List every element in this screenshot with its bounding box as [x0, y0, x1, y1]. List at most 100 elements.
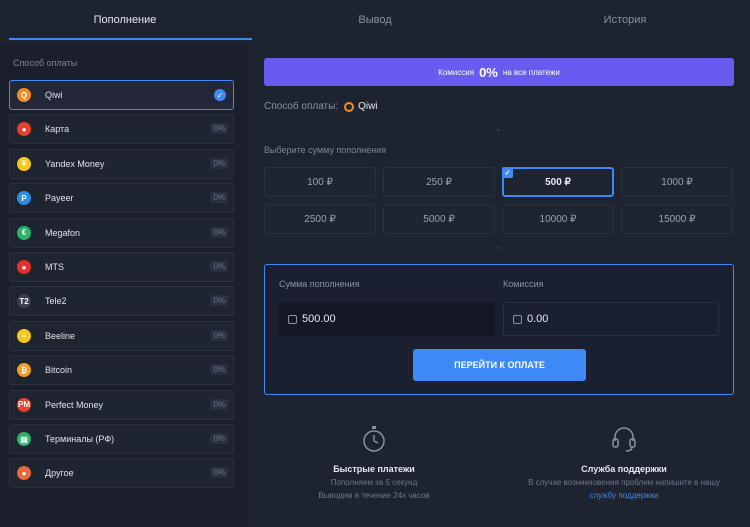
payment-method-icon: Q: [17, 88, 31, 102]
payment-method-icon: ●: [17, 466, 31, 481]
payment-method-label: Bitcoin: [45, 365, 73, 376]
amount-label: 15000 ₽: [658, 213, 696, 225]
tab-bar: Пополнение Вывод История: [0, 0, 750, 42]
payment-method-qiwi[interactable]: Q Qiwi ✓: [9, 80, 234, 110]
amount-label: 2500 ₽: [304, 213, 336, 225]
amount-option[interactable]: 100 ₽: [264, 167, 376, 197]
payment-method-карта[interactable]: ● Карта 0%: [9, 114, 234, 145]
payment-method-label: Yandex Money: [45, 158, 105, 169]
fee-value: 0.00: [527, 313, 549, 325]
feature-support: Служба поддержки В случае возникновения …: [514, 425, 734, 500]
commission-badge: 0%: [210, 261, 228, 272]
commission-badge: 0%: [210, 295, 228, 307]
payment-method-panel: Способ оплаты Q Qiwi ✓ ● Карта 0% ¥ Yandex Mone…: [0, 42, 248, 527]
feature-title: Быстрые платежи: [333, 464, 415, 474]
amount-label: 5000 ₽: [423, 213, 455, 225]
proceed-to-payment-button[interactable]: ПЕРЕЙТИ К ОПЛАТЕ: [413, 349, 586, 381]
payment-method-icon: ₿: [17, 363, 31, 378]
amount-label: 10000 ₽: [539, 213, 577, 225]
commission-badge: 0%: [210, 157, 228, 169]
active-tab-indicator: [9, 38, 252, 40]
chevron-down-icon: ⌄: [495, 242, 502, 251]
amount-label: 250 ₽: [426, 176, 452, 188]
amount-field[interactable]: 500.00: [279, 302, 495, 336]
amount-label: 100 ₽: [307, 176, 333, 188]
selected-payment-method: Способ оплаты: Qiwi: [264, 101, 378, 112]
payment-method-icon: ●: [17, 122, 31, 137]
payment-method-icon: €: [17, 225, 31, 240]
banner-value: 0%: [479, 64, 498, 80]
payment-summary: Сумма пополнения 500.00 Комиссия 0.00 ПЕ…: [264, 264, 734, 395]
feature-title: Служба поддержки: [581, 464, 667, 474]
payment-method-label: Perfect Money: [45, 399, 104, 410]
payment-method-label: Способ оплаты:: [264, 101, 339, 112]
payment-method-tele2[interactable]: T2 Tele2 0%: [9, 286, 234, 317]
commission-badge: 0%: [210, 467, 228, 479]
payment-method-другое[interactable]: ● Другое 0%: [9, 458, 234, 489]
payment-method-label: MTS: [45, 262, 64, 272]
coin-icon: [288, 314, 297, 324]
amount-label: 500 ₽: [545, 176, 571, 188]
headset-icon: [612, 427, 636, 452]
check-icon: ✓: [214, 89, 226, 101]
fee-field: 0.00: [503, 302, 719, 336]
amount-option[interactable]: 2500 ₽: [264, 204, 376, 234]
commission-badge: 0%: [210, 398, 228, 410]
feature-line: Пополняем за 5 секунд: [330, 478, 418, 487]
payment-method-label: Карта: [45, 124, 70, 135]
payment-method-label: Tele2: [45, 296, 67, 307]
amount-option[interactable]: 5000 ₽: [383, 204, 495, 234]
payment-method-yandex-money[interactable]: ¥ Yandex Money 0%: [9, 148, 234, 179]
amount-option[interactable]: 10000 ₽: [502, 204, 614, 234]
payment-method-icon: PM: [17, 397, 31, 412]
tab-deposit[interactable]: Пополнение: [0, 0, 250, 42]
payment-method-label: Payeer: [45, 193, 74, 204]
feature-line: В случае возникновения проблем напишите …: [528, 478, 720, 487]
payment-method-value: Qiwi: [358, 101, 378, 112]
payment-method-label: Терминалы (РФ): [45, 434, 115, 444]
stopwatch-icon: [363, 426, 385, 452]
amount-label: 1000 ₽: [661, 176, 693, 188]
payment-method-icon: ¥: [17, 156, 31, 171]
payment-method-label: Другое: [45, 468, 74, 479]
fee-label: Комиссия: [503, 279, 544, 289]
payment-method-payeer[interactable]: P Payeer 0%: [9, 183, 234, 214]
check-icon: ✓: [502, 167, 513, 178]
amount-option[interactable]: 250 ₽: [383, 167, 495, 197]
feature-line: службу поддержки: [514, 491, 734, 500]
payment-method-терминалы-рф-[interactable]: ▤ Терминалы (РФ) 0%: [9, 424, 234, 454]
commission-badge: 0%: [210, 226, 228, 238]
commission-badge: 0%: [210, 123, 228, 135]
support-link[interactable]: службу поддержки: [590, 491, 659, 500]
payment-method-icon: ▤: [17, 432, 31, 446]
payment-method-label: Qiwi: [45, 90, 63, 100]
amount-option[interactable]: 500 ₽ ✓: [502, 167, 614, 197]
amount-option[interactable]: 15000 ₽: [621, 204, 733, 234]
chevron-down-icon: ⌄: [495, 124, 502, 133]
feature-line: Выводим в течение 24х часов: [318, 491, 430, 500]
payment-method-perfect-money[interactable]: PM Perfect Money 0%: [9, 389, 234, 420]
payment-method-beeline[interactable]: ≡ Beeline 0%: [9, 320, 234, 351]
amount-value: 500.00: [302, 313, 336, 325]
payment-method-icon: T2: [17, 294, 31, 309]
commission-badge: 0%: [210, 192, 228, 204]
qiwi-icon: [344, 101, 355, 112]
tab-withdraw[interactable]: Вывод: [250, 0, 500, 42]
payment-method-mts[interactable]: ● MTS 0%: [9, 252, 234, 282]
amount-select-title: Выберите сумму пополнения: [264, 145, 387, 155]
commission-badge: 0%: [210, 433, 228, 444]
coin-icon: [513, 314, 522, 324]
commission-banner: Комиссия 0% на все платежи: [264, 58, 734, 86]
payment-method-label: Beeline: [45, 330, 76, 341]
payment-method-megafon[interactable]: € Megafon 0%: [9, 217, 234, 248]
payment-method-title: Способ оплаты: [13, 58, 78, 68]
payment-method-icon: P: [17, 191, 31, 206]
payment-method-bitcoin[interactable]: ₿ Bitcoin 0%: [9, 355, 234, 386]
amount-label: Сумма пополнения: [279, 279, 360, 289]
tab-history[interactable]: История: [500, 0, 750, 42]
payment-method-label: Megafon: [45, 227, 81, 238]
payment-method-icon: ●: [17, 260, 31, 274]
amount-option[interactable]: 1000 ₽: [621, 167, 733, 197]
commission-badge: 0%: [210, 329, 228, 341]
feature-fast-payments: Быстрые платежи Пополняем за 5 секунд Вы…: [264, 425, 484, 500]
